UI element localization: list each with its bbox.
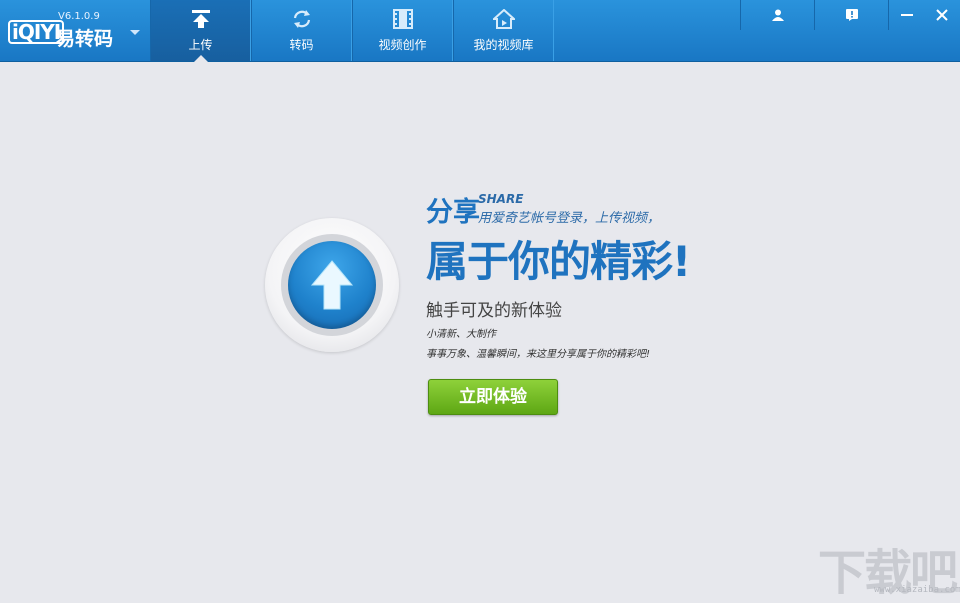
subheadline: 触手可及的新体验 xyxy=(426,301,562,321)
title-bar: V6.1.0.9 iQIYI 易转码 上传 转码 视频创作 我的视频库 xyxy=(0,0,960,62)
tab-upload-label: 上传 xyxy=(188,38,213,52)
share-subtitle: 用爱奇艺帐号登录，上传视频， xyxy=(478,211,661,226)
upload-arrow-icon xyxy=(310,260,354,310)
tab-convert[interactable]: 转码 xyxy=(251,0,352,61)
feedback-button[interactable] xyxy=(814,0,888,30)
feedback-icon xyxy=(845,9,858,21)
app-logo[interactable]: V6.1.0.9 iQIYI 易转码 xyxy=(8,8,148,54)
tab-my-video-library[interactable]: 我的视频库 xyxy=(453,0,554,61)
watermark: 下载吧 www.xiazaiba.com xyxy=(818,533,960,601)
headline: 属于你的精彩! xyxy=(426,237,691,286)
user-icon xyxy=(771,9,784,21)
convert-icon xyxy=(293,10,310,28)
home-icon xyxy=(492,9,515,29)
share-english: SHARE xyxy=(478,192,524,206)
tab-upload[interactable]: 上传 xyxy=(150,0,251,62)
watermark-url: www.xiazaiba.com xyxy=(874,585,960,595)
app-version: V6.1.0.9 xyxy=(58,11,100,22)
upload-icon xyxy=(191,10,210,28)
close-icon xyxy=(936,9,948,21)
tab-convert-label: 转码 xyxy=(289,38,314,52)
try-now-button[interactable]: 立即体验 xyxy=(428,379,558,415)
tab-video-creation[interactable]: 视频创作 xyxy=(352,0,453,61)
tab-my-video-library-label: 我的视频库 xyxy=(473,38,534,52)
tagline-1: 小清新、大制作 xyxy=(426,329,496,340)
tagline-2: 事事万象、温馨瞬间，来这里分享属于你的精彩吧! xyxy=(426,349,651,360)
tab-video-creation-label: 视频创作 xyxy=(378,38,427,52)
hero-ball xyxy=(288,241,376,329)
close-button[interactable] xyxy=(924,0,960,30)
main-tabs: 上传 转码 视频创作 我的视频库 xyxy=(150,0,554,62)
chevron-down-icon[interactable] xyxy=(130,30,140,35)
share-title: 分享 xyxy=(426,197,480,228)
film-icon xyxy=(392,9,413,29)
user-button[interactable] xyxy=(740,0,814,30)
active-tab-indicator xyxy=(193,55,208,62)
app-name: 易转码 xyxy=(56,28,114,50)
minimize-icon xyxy=(900,14,913,16)
minimize-button[interactable] xyxy=(888,0,924,30)
window-controls xyxy=(740,0,960,30)
upload-hero-button[interactable] xyxy=(265,218,399,352)
